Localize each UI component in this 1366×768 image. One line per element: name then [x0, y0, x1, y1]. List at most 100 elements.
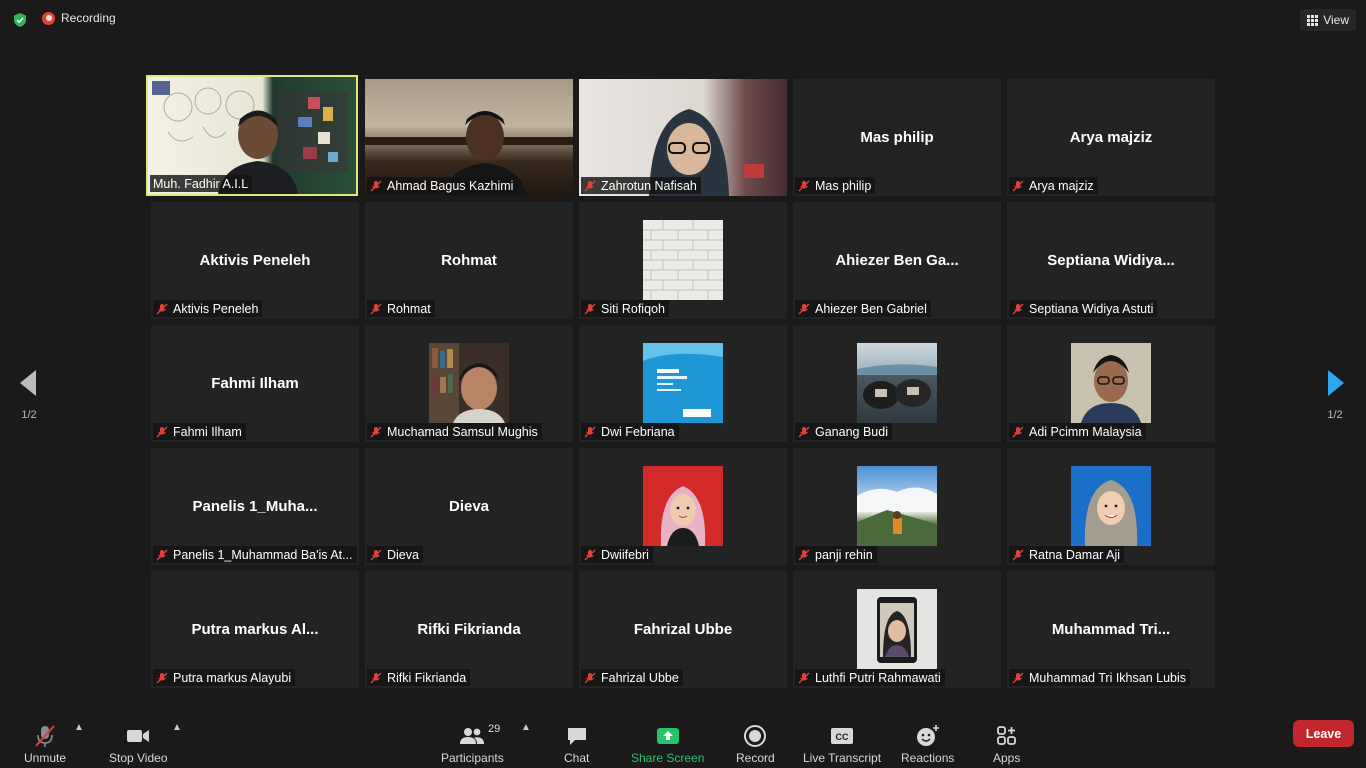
- participant-tile[interactable]: Ahiezer Ben Ga... Ahiezer Ben Gabriel: [793, 202, 1001, 319]
- participant-display-name: Dieva: [448, 498, 490, 515]
- participant-display-name: Fahrizal Ubbe: [633, 621, 733, 638]
- live-transcript-button[interactable]: CC Live Transcript: [803, 724, 881, 765]
- participant-tile[interactable]: Dieva Dieva: [365, 448, 573, 565]
- mic-muted-icon: [156, 549, 168, 560]
- participant-tile[interactable]: Rifki Fikrianda Rifki Fikrianda: [365, 571, 573, 688]
- chat-bubble-icon: [567, 728, 586, 745]
- mic-muted-icon: [1012, 549, 1024, 560]
- profile-picture: [643, 220, 723, 300]
- chat-label: Chat: [564, 751, 590, 765]
- record-button[interactable]: Record: [736, 724, 775, 765]
- smiley-plus-icon: [916, 725, 939, 746]
- mic-muted-icon: [798, 549, 810, 560]
- closed-caption-icon: CC: [831, 728, 854, 744]
- participant-name-label: Fahrizal Ubbe: [581, 669, 683, 686]
- participant-tile[interactable]: Fahrizal Ubbe Fahrizal Ubbe: [579, 571, 787, 688]
- participants-label: Participants: [441, 751, 504, 765]
- mic-muted-icon: [798, 303, 810, 314]
- participant-name-label: Adi Pcimm Malaysia: [1009, 423, 1146, 440]
- record-icon: [744, 725, 767, 747]
- security-shield-icon[interactable]: [12, 12, 28, 28]
- participant-name-label: Fahmi Ilham: [153, 423, 246, 440]
- participant-name-label: Septiana Widiya Astuti: [1009, 300, 1158, 317]
- participant-display-name: Rohmat: [441, 252, 497, 269]
- participant-tile[interactable]: Siti Rofiqoh: [579, 202, 787, 319]
- svg-text:CC: CC: [836, 732, 849, 742]
- participant-tile[interactable]: Septiana Widiya... Septiana Widiya Astut…: [1007, 202, 1215, 319]
- participant-name-label: Panelis 1_Muhammad Ba'is At...: [153, 546, 357, 563]
- recording-label: Recording: [61, 11, 116, 25]
- participant-tile[interactable]: Aktivis Peneleh Aktivis Peneleh: [151, 202, 359, 319]
- participant-name-label: Rohmat: [367, 300, 435, 317]
- chat-button[interactable]: Chat: [564, 724, 589, 765]
- participant-tile[interactable]: Zahrotun Nafisah: [579, 79, 787, 196]
- participant-display-name: Fahmi Ilham: [211, 375, 299, 392]
- participant-tile[interactable]: Fahmi Ilham Fahmi Ilham: [151, 325, 359, 442]
- mic-muted-icon: [370, 426, 382, 437]
- unmute-button[interactable]: Unmute: [24, 724, 66, 765]
- mic-muted-icon: [1012, 426, 1024, 437]
- participants-options-caret[interactable]: ▲: [521, 722, 531, 733]
- arrow-right-icon: [1328, 370, 1344, 396]
- profile-picture: [643, 466, 723, 546]
- participant-name-label: Muhammad Tri Ikhsan Lubis: [1009, 669, 1191, 686]
- participant-tile[interactable]: panji rehin: [793, 448, 1001, 565]
- participant-tile[interactable]: Mas philip Mas philip: [793, 79, 1001, 196]
- mic-muted-icon: [584, 672, 596, 683]
- participant-tile[interactable]: Dwiifebri: [579, 448, 787, 565]
- participant-tile[interactable]: Ratna Damar Aji: [1007, 448, 1215, 565]
- unmute-label: Unmute: [24, 751, 67, 765]
- meeting-toolbar: Unmute ▲ Stop Video ▲ Participants 29 ▲ …: [0, 716, 1366, 768]
- view-button[interactable]: View: [1300, 9, 1356, 31]
- participant-name-label: Putra markus Alayubi: [153, 669, 296, 686]
- previous-page-button[interactable]: 1/2: [14, 368, 44, 421]
- recording-indicator[interactable]: Recording: [42, 11, 116, 25]
- participant-name-label: Rifki Fikrianda: [367, 669, 471, 686]
- participant-name-label: Luthfi Putri Rahmawati: [795, 669, 945, 686]
- participant-tile[interactable]: Muh. Fadhir A.I.L: [146, 75, 358, 196]
- participant-tile[interactable]: Ahmad Bagus Kazhimi: [365, 79, 573, 196]
- reactions-label: Reactions: [901, 751, 955, 765]
- share-screen-label: Share Screen: [631, 751, 705, 765]
- participant-tile[interactable]: Muchamad Samsul Mughis: [365, 325, 573, 442]
- participant-tile[interactable]: Dwi Febriana: [579, 325, 787, 442]
- mic-muted-icon: [1012, 180, 1024, 191]
- profile-picture: [857, 343, 937, 423]
- participant-name-label: Ganang Budi: [795, 423, 892, 440]
- mic-muted-icon: [584, 426, 596, 437]
- stop-video-button[interactable]: Stop Video: [109, 724, 168, 765]
- page-indicator-right: 1/2: [1327, 409, 1343, 421]
- reactions-button[interactable]: Reactions: [901, 724, 954, 765]
- participant-tile[interactable]: Rohmat Rohmat: [365, 202, 573, 319]
- mic-muted-icon: [370, 180, 382, 191]
- participant-tile[interactable]: Arya majziz Arya majziz: [1007, 79, 1215, 196]
- participant-name-label: panji rehin: [795, 546, 877, 563]
- audio-options-caret[interactable]: ▲: [74, 722, 84, 733]
- leave-button[interactable]: Leave: [1293, 720, 1354, 747]
- participant-name-label: Muh. Fadhir A.I.L: [150, 175, 253, 192]
- apps-button[interactable]: Apps: [993, 724, 1020, 765]
- apps-icon: [996, 726, 1016, 745]
- stop-video-label: Stop Video: [109, 751, 168, 765]
- participant-tile[interactable]: Adi Pcimm Malaysia: [1007, 325, 1215, 442]
- participant-name-label: Arya majziz: [1009, 177, 1098, 194]
- participant-tile[interactable]: Panelis 1_Muha... Panelis 1_Muhammad Ba'…: [151, 448, 359, 565]
- video-options-caret[interactable]: ▲: [172, 722, 182, 733]
- mic-muted-icon: [1012, 672, 1024, 683]
- participant-tile[interactable]: Muhammad Tri... Muhammad Tri Ikhsan Lubi…: [1007, 571, 1215, 688]
- participant-name-label: Dwi Febriana: [581, 423, 679, 440]
- mic-muted-icon: [1012, 303, 1024, 314]
- participant-tile[interactable]: Ganang Budi: [793, 325, 1001, 442]
- share-screen-button[interactable]: Share Screen: [631, 724, 704, 765]
- participant-display-name: Putra markus Al...: [191, 621, 319, 638]
- participant-tile[interactable]: Putra markus Al... Putra markus Alayubi: [151, 571, 359, 688]
- mic-muted-icon: [584, 180, 596, 191]
- participant-display-name: Aktivis Peneleh: [199, 252, 311, 269]
- participant-display-name: Arya majziz: [1069, 129, 1153, 146]
- participant-display-name: Mas philip: [860, 129, 934, 146]
- next-page-button[interactable]: 1/2: [1320, 368, 1350, 421]
- apps-label: Apps: [993, 751, 1021, 765]
- participant-tile[interactable]: Luthfi Putri Rahmawati: [793, 571, 1001, 688]
- mic-muted-icon: [584, 303, 596, 314]
- participant-name-label: Mas philip: [795, 177, 876, 194]
